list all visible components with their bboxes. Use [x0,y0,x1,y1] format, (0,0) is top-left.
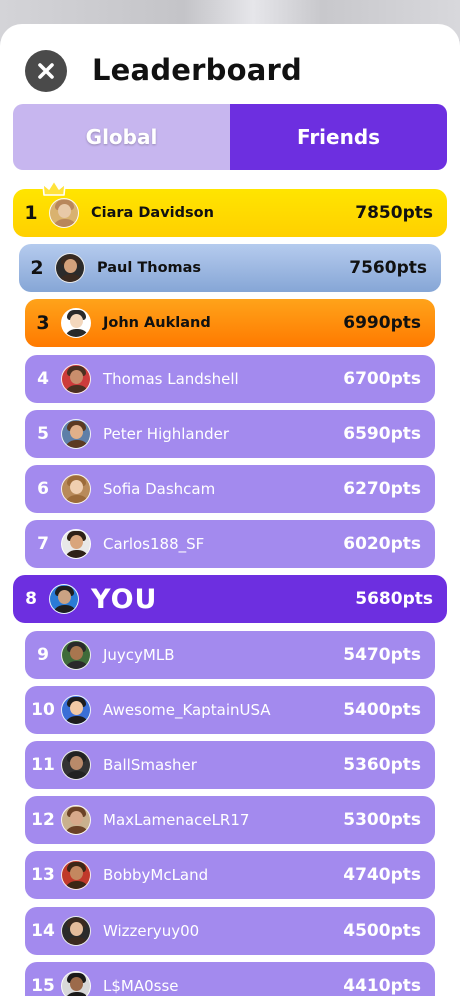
player-points: 6990pts [343,313,421,334]
leaderboard-row[interactable]: 15 L$MA0sse 4410pts [25,961,435,996]
player-points: 6590pts [343,423,421,444]
avatar [61,639,91,670]
player-name: Sofia Dashcam [103,480,216,498]
rank-number: 6 [37,479,49,499]
player-name: Carlos188_SF [103,535,205,554]
tab-global[interactable]: Global [13,104,230,170]
player-points: 7560pts [349,258,427,279]
avatar [61,805,91,836]
tab-bar: Global Friends [13,104,447,170]
player-points: 6700pts [343,368,421,389]
player-points: 5680pts [355,589,433,610]
player-points: 4740pts [343,865,421,886]
avatar [61,970,91,996]
player-points: 4410pts [343,975,421,996]
rank-number: 3 [36,312,50,335]
player-name: Awesome_KaptainUSA [103,700,271,719]
avatar [61,308,91,339]
player-name: YOU [91,583,158,615]
rank-number: 12 [31,810,55,831]
leaderboard-row[interactable]: 6 Sofia Dashcam 6270pts [25,465,435,513]
player-points: 4500pts [343,920,421,941]
player-name: L$MA0sse [103,976,179,995]
leaderboard-row[interactable]: 4 Thomas Landshell 6700pts [25,354,435,403]
player-points: 6270pts [343,479,421,499]
avatar [61,915,91,946]
leaderboard-row[interactable]: 1 Ciara Davidson 7850pts [13,180,447,237]
crown-icon [41,179,67,203]
avatar [61,529,91,560]
player-name: Peter Highlander [103,424,230,443]
leaderboard-row[interactable]: 10 Awesome_KaptainUSA 5400pts [25,685,435,734]
avatar [61,474,91,504]
player-name: Wizzeryuy00 [103,921,200,940]
header: Leaderboard [0,24,460,104]
close-button[interactable] [25,50,67,92]
avatar [61,418,91,449]
player-name: Paul Thomas [97,260,202,277]
rank-number: 8 [25,589,37,610]
leaderboard-row[interactable]: 2 Paul Thomas 7560pts [19,244,441,293]
avatar [55,253,85,284]
rank-number: 5 [37,423,49,444]
player-name: Thomas Landshell [103,369,239,388]
avatar [49,584,79,615]
rank-number: 11 [31,755,55,775]
rank-number: 10 [31,699,55,720]
player-points: 5360pts [343,755,421,775]
leaderboard-row[interactable]: 13 BobbyMcLand 4740pts [25,851,435,900]
player-name: John Aukland [103,315,211,332]
player-name: BallSmasher [103,756,197,774]
leaderboard-row[interactable]: 12 MaxLamenaceLR17 5300pts [25,796,435,845]
leaderboard-sheet: Leaderboard Global Friends 1 Ciara Davids… [0,24,460,996]
leaderboard-row[interactable]: 11 BallSmasher 5360pts [25,741,435,789]
rank-number: 9 [37,644,49,665]
leaderboard-row[interactable]: 3 John Aukland 6990pts [25,299,435,348]
leaderboard-row[interactable]: 7 Carlos188_SF 6020pts [25,520,435,569]
rank-number: 4 [37,368,49,389]
leaderboard-row-you[interactable]: 8 YOU 5680pts [13,575,447,624]
rank-number: 13 [31,865,55,886]
rank-number: 15 [31,975,55,996]
avatar [61,363,91,394]
player-points: 5400pts [343,699,421,720]
leaderboard-row[interactable]: 14 Wizzeryuy00 4500pts [25,906,435,955]
leaderboard-row[interactable]: 5 Peter Highlander 6590pts [25,409,435,458]
player-name: Ciara Davidson [91,205,214,221]
rank-number: 7 [37,534,49,555]
avatar [61,860,91,891]
close-icon [38,63,54,79]
player-points: 5470pts [343,644,421,665]
player-name: MaxLamenaceLR17 [103,811,250,830]
player-points: 6020pts [343,534,421,555]
rank-number: 14 [31,920,55,941]
rank-number: 1 [24,202,38,224]
tab-friends[interactable]: Friends [230,104,447,170]
page-title: Leaderboard [92,53,302,87]
player-name: BobbyMcLand [103,866,209,885]
player-points: 5300pts [343,810,421,831]
rank-number: 2 [30,257,44,280]
player-points: 7850pts [355,203,433,223]
player-name: JuycyMLB [103,645,175,664]
leaderboard-row[interactable]: 9 JuycyMLB 5470pts [25,630,435,679]
avatar [61,750,91,780]
avatar [61,694,91,725]
